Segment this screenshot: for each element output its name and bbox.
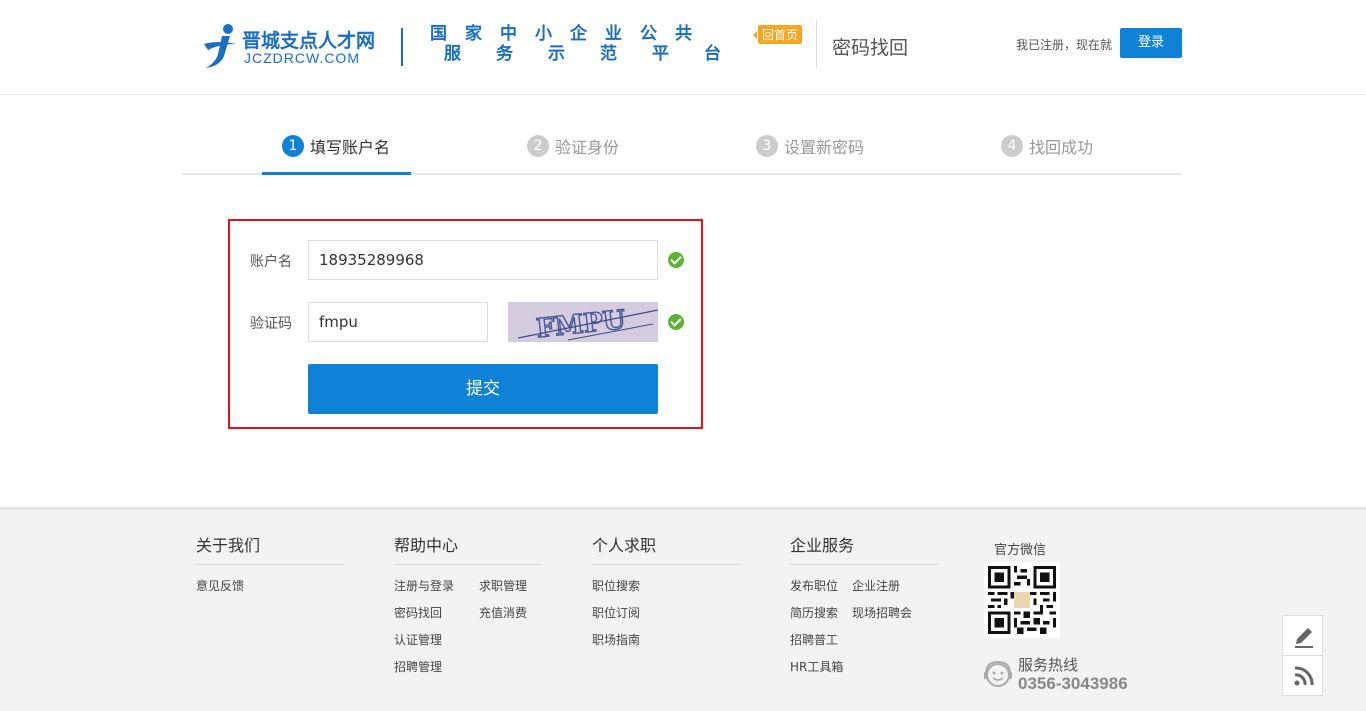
step-label: 找回成功	[1029, 138, 1094, 157]
site-logo[interactable]: 晋城支点人才网 JCZDRCW.COM	[200, 22, 390, 70]
account-valid-check-icon	[668, 252, 684, 268]
hotline-number: 0356-3043986	[1018, 674, 1128, 693]
step-label: 设置新密码	[784, 138, 865, 157]
captcha-graphic: FMPU	[508, 302, 658, 342]
footer-link-recharge[interactable]: 充值消费	[479, 604, 527, 621]
home-link-badge[interactable]: 回首页	[752, 25, 803, 44]
step-label: 填写账户名	[310, 138, 391, 157]
footer-link-job-manage[interactable]: 求职管理	[479, 577, 527, 594]
footer-col-title: 关于我们	[196, 532, 344, 565]
footer-link-resume-search[interactable]: 简历搜索	[790, 604, 838, 621]
footer-col-title: 帮助中心	[394, 532, 542, 565]
footer-col-jobseeker: 个人求职 职位搜索 职位订阅 职场指南	[592, 532, 740, 647]
logo-runner-icon	[204, 24, 236, 68]
footer-link-job-search[interactable]: 职位搜索	[592, 577, 640, 594]
footer-link-post-job[interactable]: 发布职位	[790, 577, 838, 594]
wechat-title: 官方微信	[994, 543, 1047, 558]
footer-link-hr-toolbox[interactable]: HR工具箱	[790, 658, 843, 675]
account-label: 账户名	[250, 254, 292, 270]
progress-steps: 1 填写账户名 2 验证身份 3 设置新密码 4 找回成功	[182, 118, 1182, 175]
footer-link-career-guide[interactable]: 职场指南	[592, 631, 640, 648]
footer-col-help: 帮助中心 注册与登录 求职管理 密码找回 充值消费 认证管理 招聘管理	[394, 532, 542, 674]
footer-col-title: 企业服务	[790, 532, 938, 565]
step-number: 1	[282, 135, 304, 157]
step-label: 验证身份	[555, 138, 620, 157]
rss-subscribe-button[interactable]	[1282, 655, 1323, 696]
account-input[interactable]	[308, 240, 658, 280]
footer-link-job-subscribe[interactable]: 职位订阅	[592, 604, 640, 621]
footer-link-general-workers[interactable]: 招聘普工	[790, 631, 838, 648]
footer-col-title: 个人求职	[592, 532, 740, 565]
logo-text-en: JCZDRCW.COM	[244, 50, 360, 66]
footer-link-register-login[interactable]: 注册与登录	[394, 577, 454, 594]
header: 晋城支点人才网 JCZDRCW.COM 国家中小企业公共 服务示范平台 回首页 …	[0, 0, 1366, 95]
login-button[interactable]: 登录	[1120, 28, 1182, 58]
submit-button[interactable]: 提交	[308, 364, 658, 414]
footer-link-enterprise-register[interactable]: 企业注册	[852, 577, 900, 594]
captcha-input[interactable]	[308, 302, 488, 342]
footer-col-about: 关于我们 意见反馈	[196, 532, 344, 593]
captcha-image[interactable]: FMPU	[508, 302, 658, 342]
customer-service-icon	[984, 660, 1012, 687]
platform-line-2: 服务示范平台	[444, 44, 756, 64]
edit-icon	[1295, 628, 1313, 648]
qr-code-graphic	[988, 566, 1056, 634]
step-4: 4 找回成功	[1001, 134, 1093, 158]
step-number: 3	[756, 135, 778, 157]
footer-link-recruit-manage[interactable]: 招聘管理	[394, 658, 442, 675]
page-title: 密码找回	[832, 37, 909, 59]
platform-slogan: 国家中小企业公共 服务示范平台	[430, 24, 730, 64]
footer-link-certification[interactable]: 认证管理	[394, 631, 442, 648]
logo-text-cn: 晋城支点人才网	[242, 30, 376, 52]
recovery-form: 账户名 验证码 FMPU 提交	[228, 219, 703, 429]
feedback-edit-button[interactable]	[1282, 615, 1323, 656]
captcha-label: 验证码	[250, 316, 292, 332]
registered-prompt: 我已注册，现在就	[1016, 38, 1113, 52]
footer-link-password-recovery[interactable]: 密码找回	[394, 604, 442, 621]
captcha-valid-check-icon	[668, 314, 684, 330]
step-number: 2	[527, 135, 549, 157]
step-3: 3 设置新密码	[756, 134, 864, 158]
header-divider-2	[816, 20, 817, 68]
footer: 关于我们 意见反馈 帮助中心 注册与登录 求职管理 密码找回 充值消费 认证管理…	[0, 507, 1366, 711]
rss-icon	[1294, 666, 1314, 686]
step-1: 1 填写账户名	[282, 134, 390, 158]
active-step-underline	[262, 172, 411, 175]
platform-line-1: 国家中小企业公共	[430, 24, 710, 44]
wechat-qr-code	[984, 562, 1060, 638]
step-2: 2 验证身份	[527, 134, 619, 158]
hotline-label: 服务热线	[1018, 656, 1079, 674]
footer-link-job-fair[interactable]: 现场招聘会	[852, 604, 912, 621]
header-divider	[401, 28, 403, 66]
footer-col-enterprise: 企业服务 发布职位 企业注册 简历搜索 现场招聘会 招聘普工 HR工具箱	[790, 532, 938, 674]
footer-link-feedback[interactable]: 意见反馈	[196, 577, 244, 594]
step-number: 4	[1001, 135, 1023, 157]
